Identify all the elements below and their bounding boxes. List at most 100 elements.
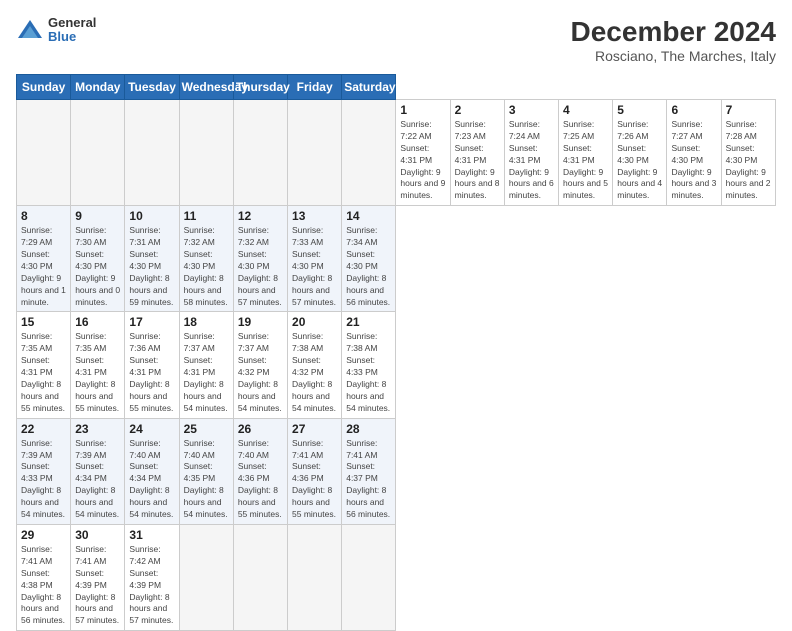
calendar-cell xyxy=(342,100,396,206)
calendar-header-sunday: Sunday xyxy=(17,75,71,100)
day-info: Sunrise: 7:26 AMSunset: 4:30 PMDaylight:… xyxy=(617,119,662,202)
calendar-cell: 12Sunrise: 7:32 AMSunset: 4:30 PMDayligh… xyxy=(233,206,287,312)
day-info: Sunrise: 7:37 AMSunset: 4:31 PMDaylight:… xyxy=(184,331,229,414)
calendar-cell xyxy=(17,100,71,206)
calendar-header-wednesday: Wednesday xyxy=(179,75,233,100)
day-number: 21 xyxy=(346,315,391,329)
day-number: 8 xyxy=(21,209,66,223)
day-number: 5 xyxy=(617,103,662,117)
day-info: Sunrise: 7:32 AMSunset: 4:30 PMDaylight:… xyxy=(184,225,229,308)
day-info: Sunrise: 7:38 AMSunset: 4:32 PMDaylight:… xyxy=(292,331,337,414)
day-number: 7 xyxy=(726,103,771,117)
calendar-cell: 24 Sunrise: 7:40 AMSunset: 4:34 PMDayligh… xyxy=(125,418,179,524)
calendar-cell: 6 Sunrise: 7:27 AMSunset: 4:30 PMDaylight… xyxy=(667,100,721,206)
day-info: Sunrise: 7:31 AMSunset: 4:30 PMDaylight:… xyxy=(129,225,174,308)
header: General Blue December 2024 Rosciano, The… xyxy=(16,16,776,64)
calendar-cell: 4 Sunrise: 7:25 AMSunset: 4:31 PMDaylight… xyxy=(559,100,613,206)
day-info: Sunrise: 7:33 AMSunset: 4:30 PMDaylight:… xyxy=(292,225,337,308)
day-info: Sunrise: 7:27 AMSunset: 4:30 PMDaylight:… xyxy=(671,119,716,202)
day-number: 25 xyxy=(184,422,229,436)
day-number: 19 xyxy=(238,315,283,329)
calendar-cell xyxy=(288,100,342,206)
title-block: December 2024 Rosciano, The Marches, Ita… xyxy=(571,16,776,64)
day-info: Sunrise: 7:42 AMSunset: 4:39 PMDaylight:… xyxy=(129,544,174,627)
calendar-week-3: 15 Sunrise: 7:35 AMSunset: 4:31 PMDayligh… xyxy=(17,312,776,418)
calendar-cell xyxy=(71,100,125,206)
day-number: 16 xyxy=(75,315,120,329)
day-number: 6 xyxy=(671,103,716,117)
calendar-cell xyxy=(179,100,233,206)
day-info: Sunrise: 7:35 AMSunset: 4:31 PMDaylight:… xyxy=(21,331,66,414)
calendar-cell: 7 Sunrise: 7:28 AMSunset: 4:30 PMDaylight… xyxy=(721,100,775,206)
calendar-cell: 15 Sunrise: 7:35 AMSunset: 4:31 PMDayligh… xyxy=(17,312,71,418)
day-info: Sunrise: 7:41 AMSunset: 4:36 PMDaylight:… xyxy=(292,438,337,521)
day-number: 24 xyxy=(129,422,174,436)
calendar-body: 1 Sunrise: 7:22 AMSunset: 4:31 PMDaylight… xyxy=(17,100,776,631)
logo-text: General Blue xyxy=(48,16,96,45)
day-info: Sunrise: 7:29 AMSunset: 4:30 PMDaylight:… xyxy=(21,225,66,308)
day-number: 11 xyxy=(184,209,229,223)
logo: General Blue xyxy=(16,16,96,45)
day-number: 1 xyxy=(400,103,445,117)
day-info: Sunrise: 7:28 AMSunset: 4:30 PMDaylight:… xyxy=(726,119,771,202)
day-info: Sunrise: 7:35 AMSunset: 4:31 PMDaylight:… xyxy=(75,331,120,414)
calendar-cell: 10Sunrise: 7:31 AMSunset: 4:30 PMDayligh… xyxy=(125,206,179,312)
calendar-week-2: 8 Sunrise: 7:29 AMSunset: 4:30 PMDaylight… xyxy=(17,206,776,312)
calendar-cell: 29Sunrise: 7:41 AMSunset: 4:38 PMDayligh… xyxy=(17,524,71,630)
calendar-cell xyxy=(288,524,342,630)
calendar-header-thursday: Thursday xyxy=(233,75,287,100)
day-info: Sunrise: 7:24 AMSunset: 4:31 PMDaylight:… xyxy=(509,119,554,202)
calendar-cell: 3 Sunrise: 7:24 AMSunset: 4:31 PMDaylight… xyxy=(504,100,558,206)
calendar-cell: 16 Sunrise: 7:35 AMSunset: 4:31 PMDayligh… xyxy=(71,312,125,418)
calendar-week-4: 22 Sunrise: 7:39 AMSunset: 4:33 PMDayligh… xyxy=(17,418,776,524)
calendar-cell: 13Sunrise: 7:33 AMSunset: 4:30 PMDayligh… xyxy=(288,206,342,312)
day-info: Sunrise: 7:34 AMSunset: 4:30 PMDaylight:… xyxy=(346,225,391,308)
calendar-cell: 5 Sunrise: 7:26 AMSunset: 4:30 PMDaylight… xyxy=(613,100,667,206)
calendar-cell: 1 Sunrise: 7:22 AMSunset: 4:31 PMDaylight… xyxy=(396,100,450,206)
day-number: 26 xyxy=(238,422,283,436)
day-info: Sunrise: 7:22 AMSunset: 4:31 PMDaylight:… xyxy=(400,119,445,202)
calendar-week-1: 1 Sunrise: 7:22 AMSunset: 4:31 PMDaylight… xyxy=(17,100,776,206)
calendar-cell xyxy=(125,100,179,206)
logo-general: General xyxy=(48,16,96,30)
day-number: 14 xyxy=(346,209,391,223)
calendar-cell: 27 Sunrise: 7:41 AMSunset: 4:36 PMDayligh… xyxy=(288,418,342,524)
day-info: Sunrise: 7:39 AMSunset: 4:34 PMDaylight:… xyxy=(75,438,120,521)
logo-icon xyxy=(16,16,44,44)
day-info: Sunrise: 7:41 AMSunset: 4:38 PMDaylight:… xyxy=(21,544,66,627)
day-info: Sunrise: 7:23 AMSunset: 4:31 PMDaylight:… xyxy=(455,119,500,202)
calendar-header-tuesday: Tuesday xyxy=(125,75,179,100)
day-info: Sunrise: 7:41 AMSunset: 4:39 PMDaylight:… xyxy=(75,544,120,627)
day-number: 27 xyxy=(292,422,337,436)
calendar-header-saturday: Saturday xyxy=(342,75,396,100)
calendar-cell xyxy=(179,524,233,630)
day-info: Sunrise: 7:25 AMSunset: 4:31 PMDaylight:… xyxy=(563,119,608,202)
day-number: 20 xyxy=(292,315,337,329)
month-title: December 2024 xyxy=(571,16,776,48)
day-number: 15 xyxy=(21,315,66,329)
calendar-cell: 9Sunrise: 7:30 AMSunset: 4:30 PMDaylight… xyxy=(71,206,125,312)
calendar-cell: 23 Sunrise: 7:39 AMSunset: 4:34 PMDayligh… xyxy=(71,418,125,524)
day-number: 4 xyxy=(563,103,608,117)
calendar-cell: 31 Sunrise: 7:42 AMSunset: 4:39 PMDayligh… xyxy=(125,524,179,630)
calendar-header-monday: Monday xyxy=(71,75,125,100)
day-number: 17 xyxy=(129,315,174,329)
day-number: 22 xyxy=(21,422,66,436)
day-info: Sunrise: 7:39 AMSunset: 4:33 PMDaylight:… xyxy=(21,438,66,521)
day-info: Sunrise: 7:36 AMSunset: 4:31 PMDaylight:… xyxy=(129,331,174,414)
day-number: 18 xyxy=(184,315,229,329)
day-number: 28 xyxy=(346,422,391,436)
calendar-header-friday: Friday xyxy=(288,75,342,100)
day-number: 23 xyxy=(75,422,120,436)
day-info: Sunrise: 7:41 AMSunset: 4:37 PMDaylight:… xyxy=(346,438,391,521)
calendar-table: SundayMondayTuesdayWednesdayThursdayFrid… xyxy=(16,74,776,631)
day-number: 2 xyxy=(455,103,500,117)
day-number: 31 xyxy=(129,528,174,542)
calendar-cell: 21Sunrise: 7:38 AMSunset: 4:33 PMDayligh… xyxy=(342,312,396,418)
calendar-week-5: 29Sunrise: 7:41 AMSunset: 4:38 PMDayligh… xyxy=(17,524,776,630)
day-number: 3 xyxy=(509,103,554,117)
calendar-header-row: SundayMondayTuesdayWednesdayThursdayFrid… xyxy=(17,75,776,100)
day-number: 12 xyxy=(238,209,283,223)
day-info: Sunrise: 7:40 AMSunset: 4:34 PMDaylight:… xyxy=(129,438,174,521)
calendar-cell: 11 Sunrise: 7:32 AMSunset: 4:30 PMDayligh… xyxy=(179,206,233,312)
